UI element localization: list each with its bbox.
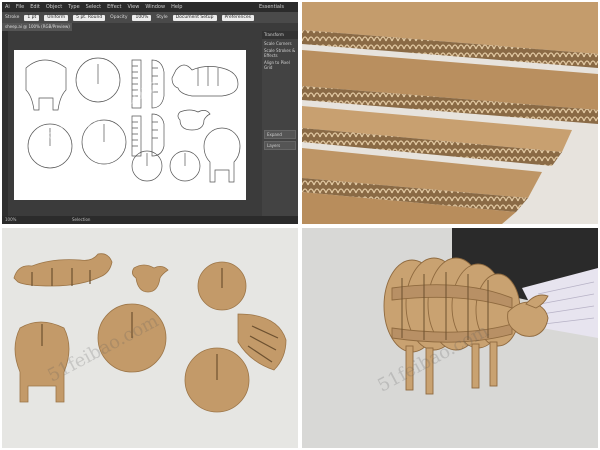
menu-item[interactable]: Type xyxy=(68,2,79,12)
illustrator-screenshot: Ai File Edit Object Type Select Effect V… xyxy=(2,2,298,224)
expand-button[interactable]: Expand xyxy=(264,130,296,139)
control-bar: Stroke 1 pt Uniform 5 pt. Round Opacity … xyxy=(2,12,298,23)
current-tool: Selection xyxy=(72,217,91,222)
brush-definition-select[interactable]: 5 pt. Round xyxy=(73,14,106,21)
panel-title[interactable]: Transform xyxy=(262,31,298,39)
stroke-weight-field[interactable]: 1 pt xyxy=(24,14,40,21)
menu-item[interactable]: Help xyxy=(171,2,182,12)
menu-item[interactable]: Ai xyxy=(5,2,10,12)
menu-bar: Ai File Edit Object Type Select Effect V… xyxy=(2,2,298,12)
document-setup-button[interactable]: Document Setup xyxy=(172,14,217,21)
cut-pieces-image xyxy=(2,228,298,448)
menu-item[interactable]: Select xyxy=(86,2,101,12)
cardboard-sheets-photo xyxy=(302,2,598,224)
workspace-switcher[interactable]: Essentials xyxy=(259,2,284,12)
menu-item[interactable]: Window xyxy=(145,2,165,12)
style-label: Style xyxy=(156,15,168,20)
document-tab[interactable]: sheep.ai @ 100% (RGB/Preview) xyxy=(2,23,72,31)
tools-panel[interactable] xyxy=(2,31,8,216)
sheep-template-drawing xyxy=(25,57,241,183)
stroke-label: Stroke xyxy=(5,15,20,20)
panel-option[interactable]: Align to Pixel Grid xyxy=(262,58,298,70)
panel-option[interactable]: Scale Corners xyxy=(262,39,298,46)
transform-panel: Transform Scale Corners Scale Strokes & … xyxy=(262,31,298,216)
status-bar: 100% Selection xyxy=(2,216,298,224)
cut-pieces-photo: 51feibao.com xyxy=(2,228,298,448)
menu-item[interactable]: Edit xyxy=(30,2,40,12)
opacity-field[interactable]: 100% xyxy=(132,14,152,21)
menu-item[interactable]: Effect xyxy=(107,2,121,12)
artboard[interactable] xyxy=(14,50,246,200)
menu-item[interactable]: View xyxy=(127,2,139,12)
assembled-sheep-image xyxy=(302,228,598,448)
zoom-level[interactable]: 100% xyxy=(5,217,16,222)
panel-option[interactable]: Scale Strokes & Effects xyxy=(262,46,298,58)
menu-item[interactable]: File xyxy=(16,2,24,12)
variable-width-select[interactable]: Uniform xyxy=(44,14,69,21)
opacity-label: Opacity xyxy=(110,15,128,20)
menu-item[interactable]: Object xyxy=(46,2,62,12)
layers-button[interactable]: Layers xyxy=(264,141,296,150)
assembled-sheep-photo: 51feibao.com xyxy=(302,228,598,448)
cardboard-sheets-image xyxy=(302,2,598,224)
preferences-button[interactable]: Preferences xyxy=(221,14,254,21)
